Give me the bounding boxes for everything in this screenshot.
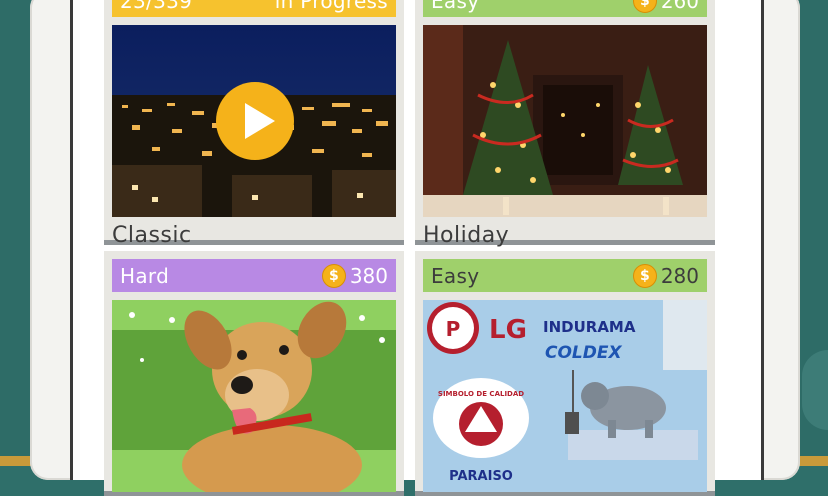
pack-card-easy[interactable]: Easy $ 280 P LG INDURAMA COLDEX SIMBOLO … [415, 251, 715, 496]
pack-thumbnail-night-city [112, 25, 396, 217]
coin-amount: 380 [349, 263, 388, 288]
pack-thumbnail-dog [112, 300, 396, 492]
pack-title: Classic [112, 223, 192, 248]
difficulty-label: Easy [431, 263, 480, 288]
play-icon[interactable] [215, 81, 295, 161]
pack-thumbnail-christmas-trees [423, 25, 707, 217]
simbolo-text: SIMBOLO DE CALIDAD [438, 390, 524, 398]
coin-amount: 280 [660, 263, 699, 288]
coin-reward: $ 380 [321, 263, 388, 288]
pack-thumbnail-store-signs: P LG INDURAMA COLDEX SIMBOLO DE CALIDAD … [423, 300, 707, 492]
paraiso-text: PARAISO [449, 469, 513, 484]
coin-icon: $ [632, 0, 657, 13]
difficulty-label: Hard [120, 263, 170, 288]
coin-reward: $ 280 [632, 263, 699, 288]
progress-count: 23/339 [120, 0, 193, 13]
progress-status: in Progress [274, 0, 388, 13]
pack-header: Hard $ 380 [112, 259, 396, 292]
lg-logo-letters: P [446, 317, 461, 341]
pack-header: Easy $ 260 [423, 0, 707, 17]
pack-card-hard[interactable]: Hard $ 380 [104, 251, 404, 496]
coldex-text: COLDEX [545, 343, 622, 363]
difficulty-label: Easy [431, 0, 480, 13]
pack-title: Holiday [423, 223, 510, 248]
pack-header: 23/339 in Progress [112, 0, 396, 17]
pack-card-holiday[interactable]: Easy $ 260 Holiday [415, 0, 715, 248]
coin-reward: $ 260 [632, 0, 699, 13]
indurama-text: INDURAMA [543, 318, 636, 336]
next-page-button[interactable] [802, 350, 828, 430]
coin-icon: $ [321, 263, 346, 288]
coin-icon: $ [632, 263, 657, 288]
background-left [0, 0, 30, 466]
pack-header: Easy $ 280 [423, 259, 707, 292]
pack-card-classic[interactable]: 23/339 in Progress Classic [104, 0, 404, 248]
level-grid: 23/339 in Progress Classic Easy $ 260 Ho… [70, 0, 764, 496]
lg-brand-text: LG [489, 315, 527, 345]
coin-amount: 260 [660, 0, 699, 13]
